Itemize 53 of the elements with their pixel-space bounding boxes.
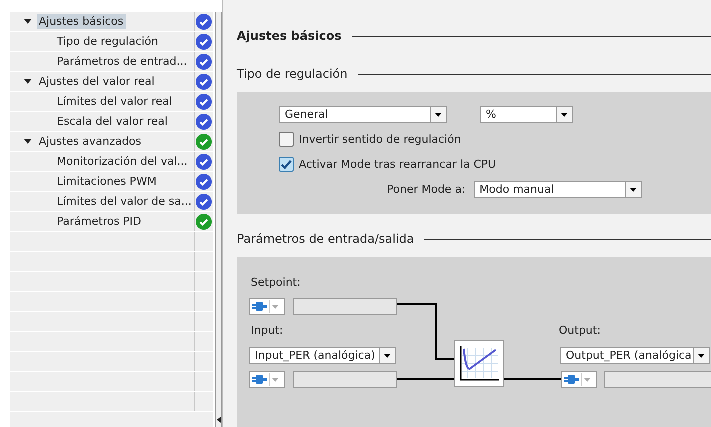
expand-icon[interactable] [24, 79, 32, 84]
caret-icon [384, 354, 391, 358]
scrollbar[interactable] [214, 12, 222, 427]
tree-item[interactable]: Límites del valor real [55, 94, 174, 109]
connector-button[interactable] [249, 298, 285, 315]
checkbox-label: Activar Mode tras rearrancar la CPU [299, 158, 496, 171]
plug-icon [564, 375, 579, 384]
dropdown[interactable]: Modo manual [474, 181, 642, 198]
chart-icon [454, 340, 504, 387]
connection-line [504, 378, 561, 380]
dropdown[interactable]: Input_PER (analógica) [249, 347, 396, 364]
tree-item[interactable]: Tipo de regulación [55, 34, 160, 49]
connector-button[interactable] [561, 371, 597, 388]
tree-item[interactable]: Monitorización del val... [55, 154, 190, 169]
dropdown[interactable]: % [480, 106, 573, 123]
tree-item[interactable]: Escala del valor real [55, 114, 170, 129]
expand-icon[interactable] [24, 19, 32, 24]
section-heading: Ajustes básicos [237, 29, 342, 43]
caret-icon [561, 112, 568, 116]
caret-icon [435, 112, 442, 116]
connection-line [397, 378, 454, 380]
dropdown[interactable]: Output_PER (analógica [560, 347, 710, 364]
input-field[interactable] [293, 371, 397, 388]
expand-icon[interactable] [24, 139, 32, 144]
input-field[interactable] [604, 371, 711, 388]
tree-item[interactable]: Ajustes avanzados [37, 134, 144, 149]
field-label: Setpoint: [251, 276, 301, 289]
caret-icon [584, 378, 591, 382]
checkbox-label: Invertir sentido de regulación [299, 133, 462, 146]
tree-item[interactable]: Ajustes del valor real [37, 74, 157, 89]
caret-icon [272, 304, 279, 308]
section-heading: Parámetros de entrada/salida [237, 232, 414, 246]
plug-icon [252, 302, 267, 311]
connector-button[interactable] [249, 371, 285, 388]
dropdown[interactable]: General [279, 106, 447, 123]
caret-icon [630, 188, 637, 192]
tree-item[interactable]: Parámetros de entrad... [55, 54, 190, 69]
tree-item[interactable]: Ajustes básicos [37, 14, 126, 29]
caret-icon [698, 354, 705, 358]
checkbox[interactable] [279, 132, 294, 147]
field-label: Output: [559, 324, 601, 337]
tree-item[interactable]: Límites del valor de sa... [55, 194, 194, 209]
field-label: Input: [251, 324, 284, 337]
input-field[interactable] [293, 298, 397, 315]
plug-icon [252, 375, 267, 384]
caret-icon [272, 378, 279, 382]
field-label: Poner Mode a: [387, 183, 466, 196]
section-heading: Tipo de regulación [237, 67, 348, 81]
connection-line [397, 303, 454, 360]
arrow-left-icon[interactable] [216, 417, 221, 423]
tree-item[interactable]: Parámetros PID [55, 214, 144, 229]
tree-item[interactable]: Limitaciones PWM [55, 174, 159, 189]
checkbox[interactable] [279, 157, 294, 172]
